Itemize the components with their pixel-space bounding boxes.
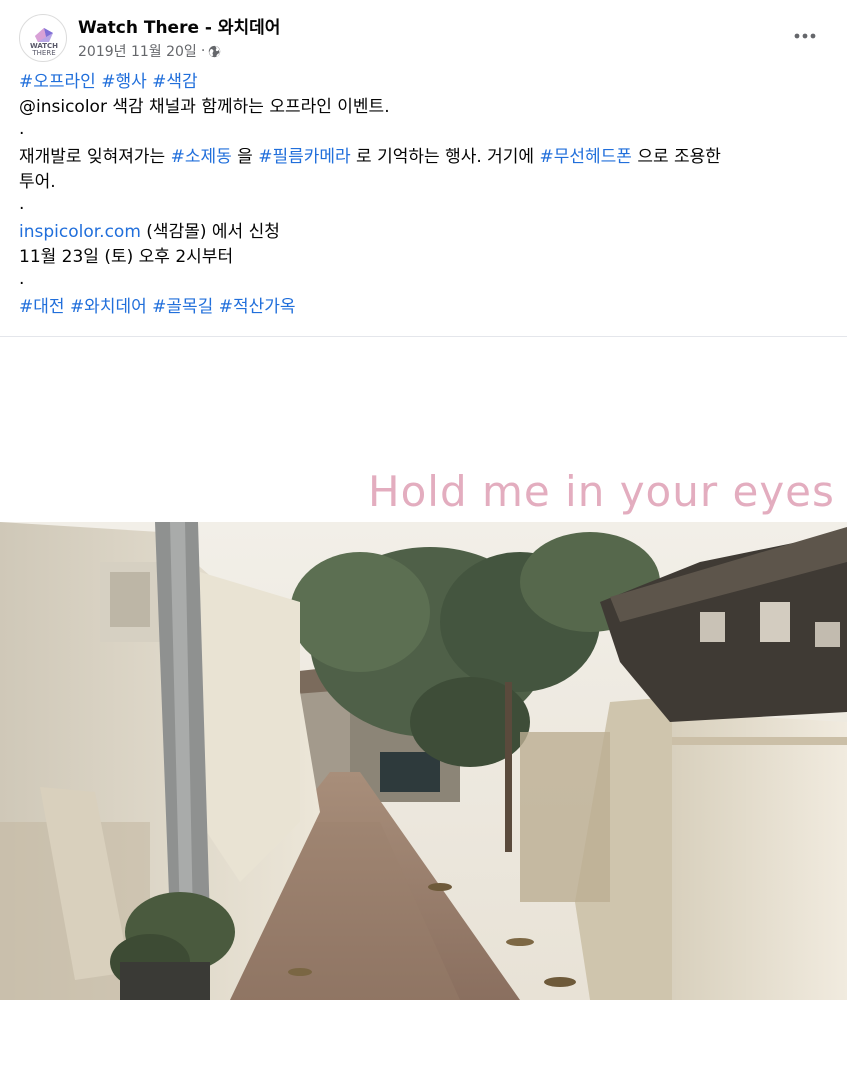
message-text: 로 기억하는 행사. 거기에 [350,147,540,167]
hashtag-line-top: #오프라인 #행사 #색감 [19,70,834,95]
hashtag-link[interactable]: #색감 [152,72,198,92]
post-header: WATCH THERE Watch There - 와치데어 2019년 11월… [0,0,847,68]
watch-there-logo: WATCH THERE [30,28,58,57]
hashtag-link[interactable]: #적산가옥 [219,297,296,317]
hashtag-link[interactable]: #필름카메라 [258,147,350,167]
message-dot: . [19,194,25,214]
hashtag-link[interactable]: #와치데어 [70,297,147,317]
hashtag-link[interactable]: #골목길 [152,297,213,317]
alley-photo-scene [0,522,847,1000]
more-options-button[interactable] [785,18,825,54]
message-line: inspicolor.com (색감몰) 에서 신청 [19,220,834,245]
message-line: 투어. [19,172,56,192]
globe-icon[interactable] [208,45,221,58]
photo-caption: Hold me in your eyes [368,467,835,516]
hashtag-line-bottom: #대전 #와치데어 #골목길 #적산가옥 [19,295,834,320]
message-text: 재개발로 잊혀져가는 [19,147,171,167]
page-name-link[interactable]: Watch There - 와치데어 [78,13,280,38]
post-date-link[interactable]: 2019년 11월 20일 [78,41,197,61]
post-message: #오프라인 #행사 #색감 @insicolor 색감 채널과 함께하는 오프라… [19,70,834,320]
hashtag-link[interactable]: #대전 [19,297,65,317]
message-text: 을 [231,147,259,167]
message-text: 으로 조용한 [631,147,721,167]
message-dot: . [19,119,25,139]
post-photo[interactable]: Hold me in your eyes [0,337,847,1001]
avatar-text-bottom: THERE [31,49,55,57]
website-link[interactable]: inspicolor.com [19,222,141,242]
message-text: (색감몰) 에서 신청 [140,222,280,242]
avatar[interactable]: WATCH THERE [19,14,67,62]
meta-separator: · [200,43,206,59]
post-meta: 2019년 11월 20일 · [78,41,221,61]
message-line: 11월 23일 (토) 오후 2시부터 [19,247,234,267]
message-line: 재개발로 잊혀져가는 #소제동 을 #필름카메라 로 기억하는 행사. 거기에 … [19,145,834,170]
hashtag-link[interactable]: #소제동 [171,147,232,167]
message-dot: . [19,269,25,289]
hashtag-link[interactable]: #오프라인 [19,72,96,92]
message-line: @insicolor 색감 채널과 함께하는 오프라인 이벤트. [19,97,390,117]
more-icon [794,33,816,39]
hashtag-link[interactable]: #무선헤드폰 [539,147,631,167]
hashtag-link[interactable]: #행사 [101,72,147,92]
